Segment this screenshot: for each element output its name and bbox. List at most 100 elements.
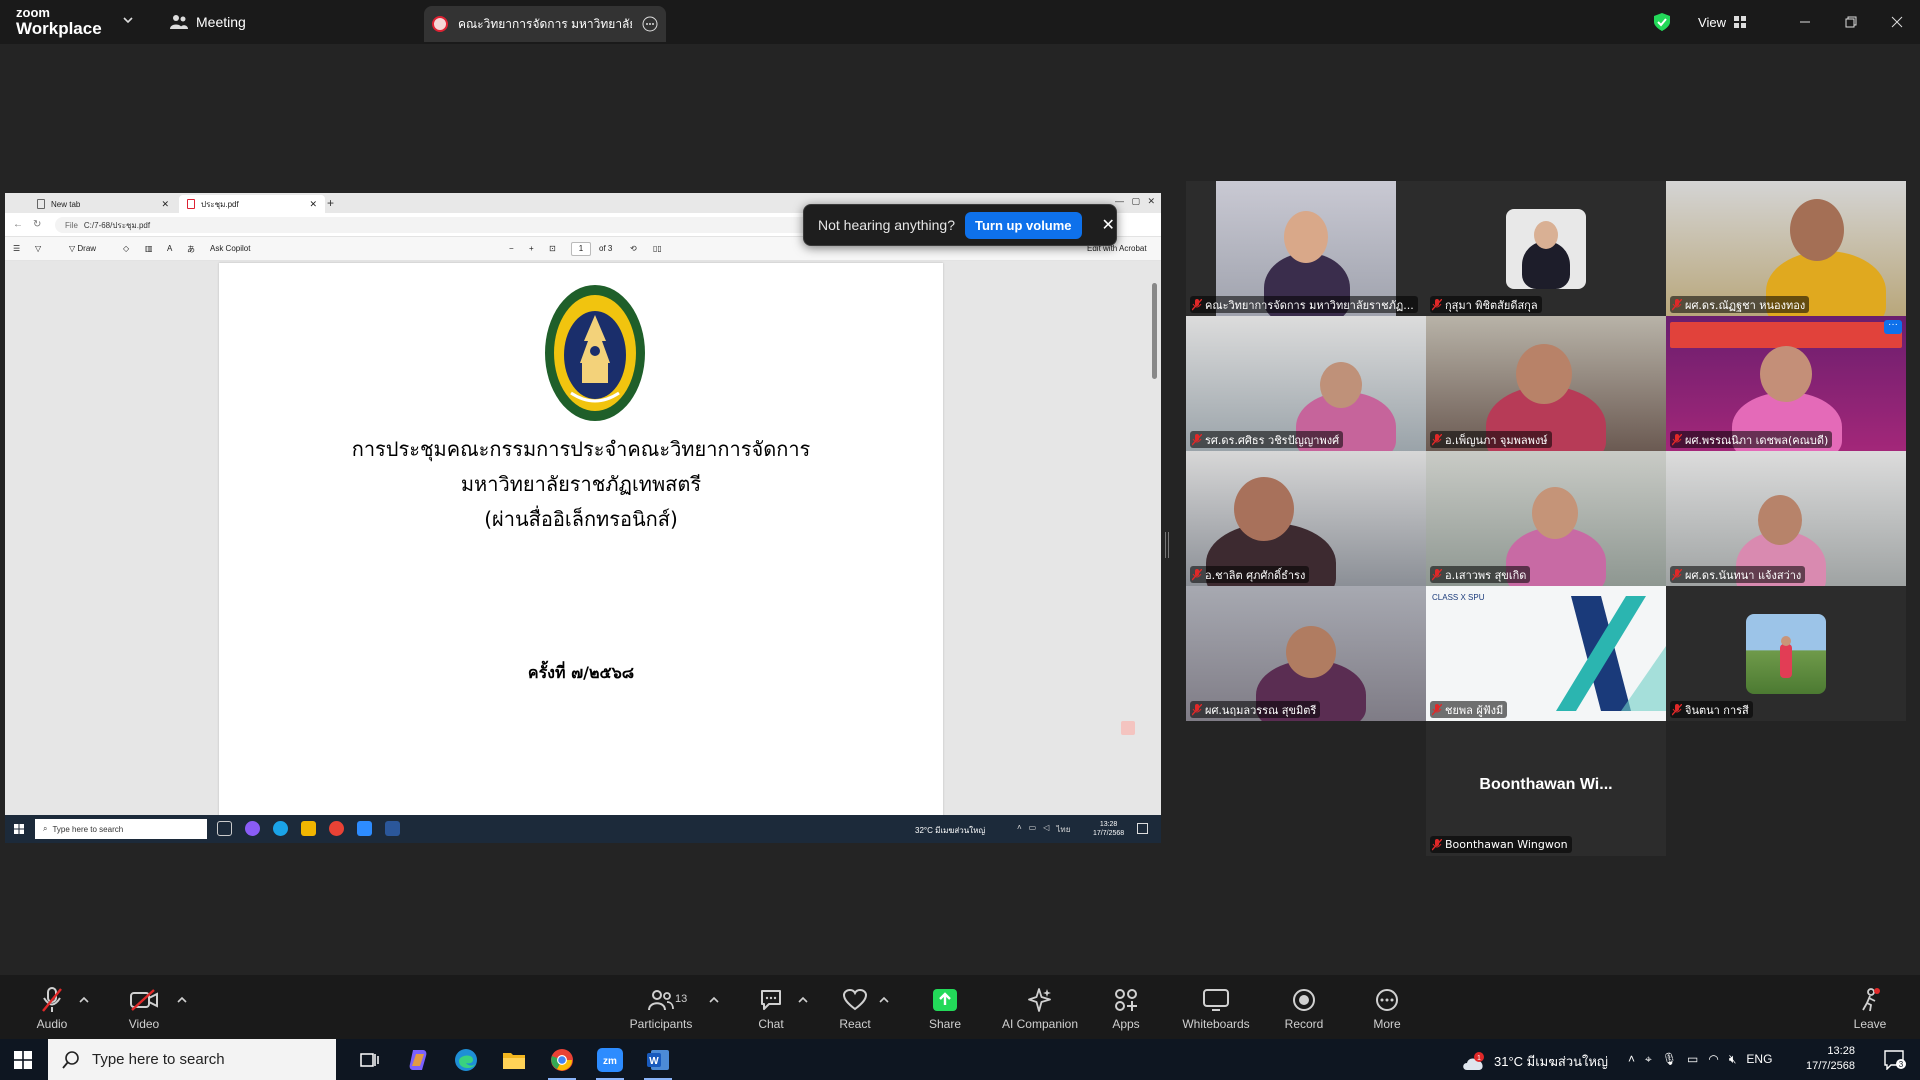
participant-tile[interactable]: รศ.ดร.ศศิธร วชิรปัญญาพงศ์ [1186,316,1426,451]
zoom-in-icon[interactable]: + [529,244,534,253]
refresh-icon[interactable]: ↻ [33,219,41,230]
word-icon[interactable] [385,821,400,836]
copilot-icon[interactable] [245,821,260,836]
windows-start-icon[interactable] [14,824,24,834]
participant-tile[interactable]: คณะวิทยาการจัดการ มหาวิทยาลัยราชภัฏ... [1186,181,1426,316]
participant-tile[interactable]: กุสุมา พิชิตสัยดีสกุล [1426,181,1666,316]
react-options-caret-icon[interactable] [878,995,890,1005]
input-language[interactable]: ENG [1746,1052,1772,1067]
chevron-down-icon[interactable] [122,14,134,26]
participant-tile[interactable]: ผศ.ดร.ณัฏฐชา หนองทอง [1666,181,1906,316]
remote-lang[interactable]: ไทย [1056,823,1070,836]
highlight-icon[interactable]: ▽ [35,244,41,253]
minimize-button[interactable] [1782,0,1828,44]
participant-tile[interactable]: CLASS X SPU ชยพล ผู้ฟังมี [1426,586,1666,721]
share-tab[interactable]: คณะวิทยาการจัดการ มหาวิทยาลัยราชภัฏ [424,6,666,42]
tray-chevron-icon[interactable]: ˄ [1017,823,1022,836]
video-button[interactable]: Video [104,987,184,1031]
split-view-handle[interactable] [1165,532,1169,558]
contents-icon[interactable]: ☰ [13,244,20,253]
browser-tab-pdf[interactable]: ประชุม.pdf ✕ [179,195,325,213]
fit-page-icon[interactable]: ⊡ [549,244,556,253]
ai-companion-button[interactable]: AI Companion [995,987,1085,1031]
pdf-scrollbar[interactable] [1151,261,1159,815]
word-button[interactable]: W [634,1039,682,1080]
remote-clock[interactable]: 13:28 17/7/2568 [1093,820,1124,838]
participant-tile-active-speaker[interactable]: ··· ผศ.พรรณนิภา เดชพล(คณบดี) [1666,316,1906,451]
participant-tile[interactable]: อ.เสาวพร สุขเกิด [1426,451,1666,586]
pdf-viewport[interactable]: การประชุมคณะกรรมการประจำคณะวิทยาการจัดกา… [5,261,1161,815]
participant-tile[interactable]: อ.ชาลิต ศุภศักดิ์ธำรง [1186,451,1426,586]
participant-tile[interactable]: Boonthawan Wi... Boonthawan Wingwon [1426,721,1666,856]
back-arrow-icon[interactable]: ← [13,219,23,230]
zoom-out-icon[interactable]: − [509,244,514,253]
two-page-icon[interactable]: ▯▯ [653,244,662,253]
page-number-input[interactable]: 1 [571,242,591,256]
share-button[interactable]: Share [905,987,985,1031]
encryption-shield-icon[interactable] [1654,13,1671,31]
remote-search-box[interactable]: ⌕ Type here to search [35,819,207,839]
mic-icon[interactable]: 🎙︎ [1662,1052,1677,1067]
whiteboards-button[interactable]: Whiteboards [1171,987,1261,1031]
tray-chevron-icon[interactable]: ˄ [1628,1052,1635,1067]
record-button[interactable]: Record [1264,987,1344,1031]
participants-options-caret-icon[interactable] [708,995,720,1005]
draw-button[interactable]: ▽ Draw [69,244,96,253]
restore-button[interactable] [1828,0,1874,44]
page-view-icon[interactable]: ▥ [145,244,153,253]
video-options-caret-icon[interactable] [176,995,188,1005]
network-icon[interactable]: ▭ [1029,823,1037,836]
remote-notification-icon[interactable] [1137,823,1148,834]
eraser-icon[interactable]: ◇ [123,244,129,253]
meeting-menu-button[interactable]: Meeting [170,12,246,32]
chat-options-caret-icon[interactable] [797,995,809,1005]
taskbar-clock[interactable]: 13:28 17/7/2568 [1806,1044,1855,1074]
zoom-workplace-logo[interactable]: zoom Workplace [16,6,102,37]
participants-button[interactable]: Participants [621,987,701,1031]
taskbar-weather[interactable]: 1 31°C มีเมฆส่วนใหญ่ [1460,1051,1608,1072]
chat-button[interactable]: Chat [731,987,811,1031]
read-aloud-icon[interactable]: A [167,244,172,253]
close-toast-icon[interactable]: ✕ [1102,215,1115,235]
shared-screen[interactable]: New tab ✕ ประชุม.pdf ✕ + — ▢ ✕ ← ↻ File C:… [5,193,1161,843]
notification-center-icon[interactable]: 3 [1884,1050,1906,1070]
close-tab-icon[interactable]: ✕ [161,199,169,210]
participant-tile[interactable]: จินตนา การสี [1666,586,1906,721]
chrome-button[interactable] [538,1039,586,1080]
edge-button[interactable] [442,1039,490,1080]
translate-icon[interactable]: あ [187,244,195,255]
chrome-icon[interactable] [329,821,344,836]
browser-tab-new[interactable]: New tab ✕ [29,195,177,213]
leave-button[interactable]: Leave [1830,987,1910,1031]
ask-copilot-button[interactable]: Ask Copilot [210,244,250,253]
volume-muted-icon[interactable]: 🔇︎ [1729,1052,1737,1067]
new-tab-plus-icon[interactable]: + [327,196,334,210]
location-icon[interactable]: ⌖ [1645,1052,1652,1067]
volume-icon[interactable]: ◁ [1043,823,1049,836]
copilot-button[interactable] [394,1039,442,1080]
task-view-button[interactable] [346,1039,394,1080]
scrollbar-thumb[interactable] [1152,283,1157,379]
audio-button[interactable]: Audio [12,987,92,1031]
tile-more-options-button[interactable]: ··· [1884,320,1902,334]
file-explorer-icon[interactable] [301,821,316,836]
acrobat-icon[interactable] [1121,721,1135,735]
close-window-button[interactable] [1874,0,1920,44]
network-icon[interactable]: ▭ [1687,1052,1698,1067]
file-explorer-button[interactable] [490,1039,538,1080]
participant-tile[interactable]: ผศ.ดร.นันทนา แจ้งสว่าง [1666,451,1906,586]
audio-options-caret-icon[interactable] [78,995,90,1005]
participant-tile[interactable]: ผศ.นฤมลวรรณ สุขมิตรี [1186,586,1426,721]
edge-icon[interactable] [273,821,288,836]
taskbar-search-box[interactable]: Type here to search [48,1039,336,1080]
zoom-app-icon[interactable] [357,821,372,836]
more-options-icon[interactable] [642,16,658,32]
task-view-icon[interactable] [217,821,232,836]
turn-up-volume-button[interactable]: Turn up volume [965,211,1082,239]
zoom-button[interactable]: zm [586,1039,634,1080]
windows-start-icon[interactable] [14,1051,32,1069]
view-button[interactable]: View [1698,15,1746,30]
wifi-icon[interactable]: ◠ [1708,1052,1718,1067]
rotate-icon[interactable]: ⟲ [630,244,637,253]
close-tab-icon[interactable]: ✕ [309,199,317,210]
